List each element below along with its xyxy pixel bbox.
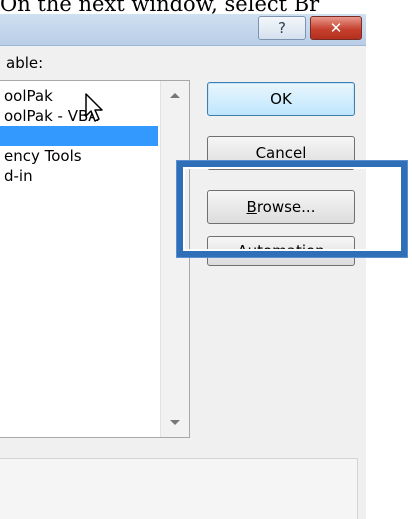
browse-button[interactable]: Browse... <box>207 190 355 224</box>
automation-button-label: Automation <box>237 242 325 260</box>
add-in-description-box <box>0 458 358 519</box>
scroll-up-arrow-icon[interactable] <box>170 93 180 98</box>
list-item[interactable]: d-in <box>0 166 158 186</box>
list-scrollbar[interactable] <box>160 81 189 437</box>
help-button[interactable]: ? <box>258 16 306 40</box>
cancel-button[interactable]: Cancel <box>207 136 355 170</box>
add-ins-available-label: able: <box>6 54 44 72</box>
close-button[interactable]: ✕ <box>310 16 362 40</box>
list-item[interactable]: oolPak <box>0 86 158 106</box>
browse-button-label: rowse... <box>256 198 316 216</box>
list-item-selected[interactable] <box>0 126 158 146</box>
automation-button[interactable]: Automation <box>207 236 355 266</box>
list-item[interactable]: oolPak - VBA <box>0 106 158 126</box>
list-item[interactable]: ency Tools <box>0 146 158 166</box>
ok-button[interactable]: OK <box>207 82 355 116</box>
arrow-pointer-icon <box>85 93 103 122</box>
browse-accesskey: B <box>246 198 257 216</box>
scroll-down-arrow-icon[interactable] <box>170 420 180 425</box>
